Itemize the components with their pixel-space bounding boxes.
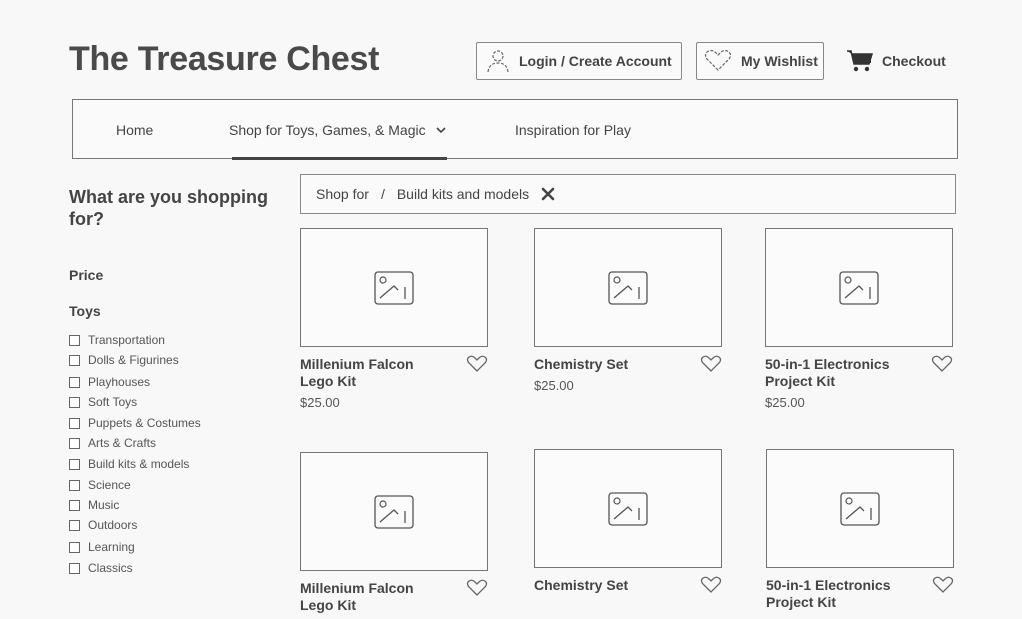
nav-home[interactable]: Home [116, 122, 153, 138]
product-card[interactable]: Millenium Falcon Lego Kit [300, 452, 488, 619]
product-card[interactable]: Millenium Falcon Lego Kit $25.00 [300, 228, 488, 410]
filter-option[interactable]: Soft Toys [69, 395, 137, 409]
filter-option[interactable]: Dolls & Figurines [69, 353, 179, 367]
filter-option-label: Transportation [88, 333, 165, 347]
filter-option-label: Puppets & Costumes [88, 416, 201, 430]
filter-option-label: Science [88, 478, 131, 492]
filter-option[interactable]: Playhouses [69, 375, 150, 389]
image-placeholder-icon [840, 491, 880, 526]
nav-active-indicator [232, 157, 447, 160]
breadcrumb: Shop for / Build kits and models [300, 174, 956, 214]
wishlist-heart-icon[interactable] [932, 576, 954, 599]
product-name[interactable]: 50-in-1 Electronics Project Kit [765, 356, 915, 390]
image-placeholder-icon [608, 491, 648, 526]
close-icon [541, 187, 555, 201]
filter-option[interactable]: Learning [69, 540, 135, 554]
image-placeholder-icon [839, 270, 879, 305]
clear-filter-button[interactable] [541, 187, 555, 201]
login-button[interactable]: Login / Create Account [476, 42, 682, 80]
product-image[interactable] [765, 228, 953, 347]
checkout-label: Checkout [882, 53, 946, 69]
filter-price[interactable]: Price [69, 267, 103, 283]
filter-option[interactable]: Build kits & models [69, 457, 189, 471]
site-title: The Treasure Chest [69, 40, 380, 78]
product-price: $25.00 [300, 395, 340, 410]
filter-option[interactable]: Classics [69, 561, 133, 575]
filter-option-label: Dolls & Figurines [88, 353, 179, 367]
image-placeholder-icon [374, 270, 414, 305]
wishlist-heart-icon[interactable] [700, 576, 722, 599]
filter-option[interactable]: Puppets & Costumes [69, 416, 201, 430]
filter-option[interactable]: Music [69, 498, 119, 512]
login-label: Login / Create Account [519, 53, 672, 69]
filter-option-label: Music [88, 498, 120, 512]
chevron-down-icon [436, 127, 446, 134]
breadcrumb-current: Build kits and models [396, 186, 530, 202]
product-name[interactable]: 50-in-1 Electronics Project Kit [766, 577, 916, 611]
product-name[interactable]: Chemistry Set [534, 356, 684, 373]
image-placeholder-icon [608, 270, 648, 305]
wishlist-heart-icon[interactable] [466, 355, 488, 378]
wishlist-label: My Wishlist [741, 53, 818, 69]
filter-option-label: Playhouses [88, 375, 151, 389]
product-image[interactable] [300, 452, 488, 571]
checkbox[interactable] [69, 354, 80, 366]
wishlist-button[interactable]: My Wishlist [696, 42, 824, 80]
checkbox[interactable] [69, 334, 80, 346]
product-price: $25.00 [534, 378, 574, 393]
cart-icon [847, 50, 873, 72]
product-price: $25.00 [765, 395, 805, 410]
filter-option[interactable]: Science [69, 478, 131, 492]
product-name[interactable]: Millenium Falcon Lego Kit [300, 580, 450, 614]
product-card[interactable]: 50-in-1 Electronics Project Kit [766, 449, 954, 616]
product-card[interactable]: 50-in-1 Electronics Project Kit $25.00 [765, 228, 953, 410]
checkbox[interactable] [69, 376, 80, 388]
filter-option-label: Classics [88, 561, 133, 575]
product-card[interactable]: Chemistry Set $25.00 [534, 228, 722, 393]
heart-icon [704, 49, 732, 71]
filter-toys[interactable]: Toys [69, 303, 101, 319]
wishlist-heart-icon[interactable] [700, 355, 722, 378]
checkbox[interactable] [69, 562, 80, 574]
product-card[interactable]: Chemistry Set [534, 449, 722, 599]
breadcrumb-root[interactable]: Shop for [316, 186, 369, 202]
filter-option-label: Soft Toys [88, 395, 138, 409]
product-image[interactable] [534, 228, 722, 347]
checkbox[interactable] [69, 499, 80, 511]
filter-option[interactable]: Transportation [69, 333, 165, 347]
filter-option-label: Arts & Crafts [88, 436, 157, 450]
filter-option-label: Build kits & models [88, 457, 190, 471]
product-image[interactable] [534, 449, 722, 568]
product-name[interactable]: Millenium Falcon Lego Kit [300, 356, 450, 390]
checkbox[interactable] [69, 541, 80, 553]
product-name[interactable]: Chemistry Set [534, 577, 684, 594]
filter-option-label: Learning [88, 540, 135, 554]
product-image[interactable] [300, 228, 488, 347]
wishlist-heart-icon[interactable] [931, 355, 953, 378]
checkbox[interactable] [69, 396, 80, 408]
main-nav: Home Shop for Toys, Games, & Magic Inspi… [72, 99, 958, 159]
user-icon [487, 50, 509, 73]
checkbox[interactable] [69, 417, 80, 429]
wishlist-heart-icon[interactable] [466, 579, 488, 602]
filter-option[interactable]: Outdoors [69, 518, 137, 532]
checkbox[interactable] [69, 437, 80, 449]
image-placeholder-icon [374, 494, 414, 529]
filter-option-label: Outdoors [88, 518, 138, 532]
checkbox[interactable] [69, 479, 80, 491]
filter-option[interactable]: Arts & Crafts [69, 436, 156, 450]
nav-inspiration[interactable]: Inspiration for Play [515, 122, 631, 138]
sidebar-heading: What are you shopping for? [69, 187, 269, 229]
checkbox[interactable] [69, 458, 80, 470]
product-image[interactable] [766, 449, 954, 568]
nav-shop-label: Shop for Toys, Games, & Magic [229, 122, 426, 138]
nav-shop[interactable]: Shop for Toys, Games, & Magic [229, 122, 447, 138]
breadcrumb-separator: / [380, 186, 385, 202]
checkbox[interactable] [69, 519, 80, 531]
checkout-button[interactable]: Checkout [846, 48, 946, 74]
